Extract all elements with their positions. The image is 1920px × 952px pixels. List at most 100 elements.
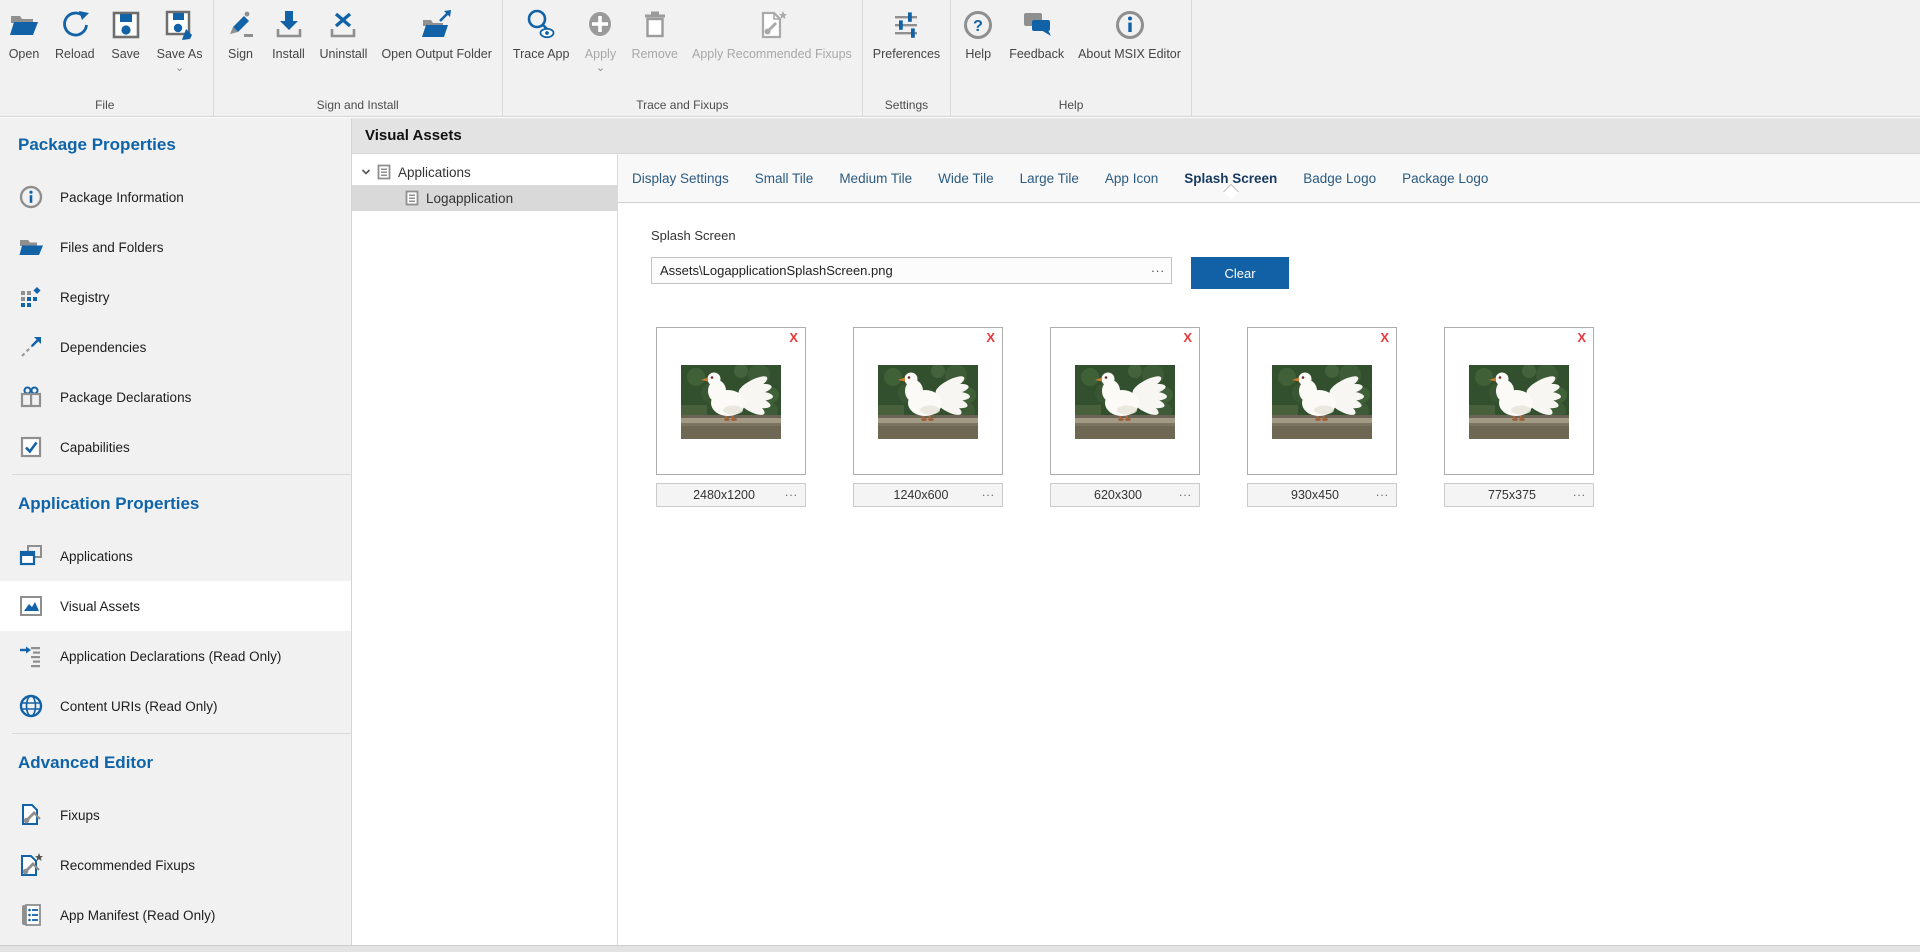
sidebar-item-app-manifest[interactable]: App Manifest (Read Only): [0, 890, 351, 940]
reload-button[interactable]: Reload: [48, 5, 102, 62]
more-options-button[interactable]: ...: [1573, 485, 1586, 499]
page-title: Visual Assets: [352, 118, 1920, 154]
toolbar-group-settings: Preferences Settings: [866, 0, 947, 116]
sidebar-item-package-information[interactable]: Package Information: [0, 172, 351, 222]
about-msix-editor-button[interactable]: About MSIX Editor: [1071, 5, 1188, 62]
more-options-button[interactable]: ...: [982, 485, 995, 499]
preferences-button[interactable]: Preferences: [866, 5, 947, 62]
sidebar-heading-package-properties: Package Properties: [0, 118, 351, 172]
remove-image-button[interactable]: X: [789, 331, 798, 345]
sidebar-item-fixups[interactable]: Fixups: [0, 790, 351, 840]
more-options-button[interactable]: ...: [1179, 485, 1192, 499]
browse-button[interactable]: ...: [1151, 260, 1165, 275]
size-bar[interactable]: 2480x1200 ...: [656, 483, 806, 507]
tab-large-tile[interactable]: Large Tile: [1020, 171, 1079, 186]
remove-image-button[interactable]: X: [986, 331, 995, 345]
dove-splash-image: [1469, 365, 1569, 439]
bottom-scrollbar-track[interactable]: [0, 945, 1920, 952]
sidebar-divider: [12, 733, 351, 734]
remove-image-button[interactable]: X: [1577, 331, 1586, 345]
dove-splash-image: [1272, 365, 1372, 439]
toolbar-item-label: Feedback: [1009, 47, 1064, 62]
tree-item-applications[interactable]: Applications: [352, 159, 617, 185]
tab-wide-tile[interactable]: Wide Tile: [938, 171, 994, 186]
reload-icon: [58, 5, 92, 45]
size-bar[interactable]: 1240x600 ...: [853, 483, 1003, 507]
toolbar-item-label: Trace App: [513, 47, 570, 62]
splash-path-input[interactable]: Assets\LogapplicationSplashScreen.png ..…: [651, 257, 1172, 284]
svg-text:?: ?: [973, 18, 983, 35]
save-icon: [109, 5, 143, 45]
sidebar-item-package-declarations[interactable]: Package Declarations: [0, 372, 351, 422]
toolbar-separator: [213, 0, 214, 116]
applications-tree: Applications Logapplication: [352, 154, 618, 945]
sidebar-heading-advanced-editor: Advanced Editor: [0, 736, 351, 790]
splash-screen-label: Splash Screen: [651, 228, 736, 243]
save-as-button[interactable]: Save As ⌄: [150, 5, 210, 73]
open-output-folder-button[interactable]: Open Output Folder: [374, 5, 498, 62]
more-options-button[interactable]: ...: [1376, 485, 1389, 499]
chevron-down-icon[interactable]: [360, 166, 372, 178]
toolbar-item-label: Reload: [55, 47, 95, 62]
sidebar-item-visual-assets[interactable]: Visual Assets: [0, 581, 351, 631]
folder-icon: [18, 234, 44, 260]
size-bar[interactable]: 930x450 ...: [1247, 483, 1397, 507]
splash-image-preview: X: [656, 327, 806, 475]
sign-button[interactable]: Sign: [217, 5, 265, 62]
splash-tile-930x450: X 930x450 ...: [1247, 327, 1397, 507]
install-button[interactable]: Install: [265, 5, 313, 62]
sidebar-divider: [12, 474, 351, 475]
save-button[interactable]: Save: [102, 5, 150, 62]
open-button[interactable]: Open: [0, 5, 48, 62]
sidebar-item-registry[interactable]: Registry: [0, 272, 351, 322]
toolbar-separator: [502, 0, 503, 116]
manifest-scroll-icon: [18, 902, 44, 928]
sidebar-item-application-declarations[interactable]: Application Declarations (Read Only): [0, 631, 351, 681]
remove-image-button[interactable]: X: [1380, 331, 1389, 345]
dove-splash-image: [1075, 365, 1175, 439]
splash-image-preview: X: [853, 327, 1003, 475]
uninstall-button[interactable]: Uninstall: [313, 5, 375, 62]
sidebar-item-files-and-folders[interactable]: Files and Folders: [0, 222, 351, 272]
toolbar-item-label: Apply: [585, 47, 616, 62]
toolbar-item-label: Open: [9, 47, 40, 62]
windows-icon: [18, 543, 44, 569]
tab-splash-screen[interactable]: Splash Screen: [1184, 171, 1277, 186]
remove-button[interactable]: Remove: [624, 5, 685, 62]
remove-image-button[interactable]: X: [1183, 331, 1192, 345]
info-circle-icon: [18, 184, 44, 210]
navigation-sidebar: Package Properties Package Information F…: [0, 118, 352, 945]
clear-button[interactable]: Clear: [1191, 257, 1289, 289]
more-options-button[interactable]: ...: [785, 485, 798, 499]
recommended-fixups-star-icon: [18, 852, 44, 878]
trace-app-button[interactable]: Trace App: [506, 5, 577, 62]
toolbar-separator: [1191, 0, 1192, 116]
gift-box-icon: [18, 384, 44, 410]
tab-small-tile[interactable]: Small Tile: [755, 171, 814, 186]
size-bar[interactable]: 775x375 ...: [1444, 483, 1594, 507]
tab-medium-tile[interactable]: Medium Tile: [839, 171, 912, 186]
sidebar-item-applications[interactable]: Applications: [0, 531, 351, 581]
uninstall-icon: [326, 5, 360, 45]
feedback-button[interactable]: Feedback: [1002, 5, 1071, 62]
toolbar-group-trace-fixups: Trace App Apply ⌄ Remove: [506, 0, 859, 116]
size-bar[interactable]: 620x300 ...: [1050, 483, 1200, 507]
splash-tile-2480x1200: X 2480x1200 ...: [656, 327, 806, 507]
tab-package-logo[interactable]: Package Logo: [1402, 171, 1488, 186]
apply-button[interactable]: Apply ⌄: [576, 5, 624, 73]
active-tab-notch: [1223, 183, 1239, 199]
tree-item-logapplication[interactable]: Logapplication: [352, 185, 617, 211]
chevron-down-icon[interactable]: ⌄: [175, 63, 184, 73]
sidebar-item-recommended-fixups[interactable]: Recommended Fixups: [0, 840, 351, 890]
toolbar-group-caption: Sign and Install: [217, 96, 499, 116]
sidebar-item-dependencies[interactable]: Dependencies: [0, 322, 351, 372]
apply-recommended-fixups-button[interactable]: Apply Recommended Fixups: [685, 5, 859, 62]
toolbar-item-label: Save As: [157, 47, 203, 62]
tab-app-icon[interactable]: App Icon: [1105, 171, 1158, 186]
help-button[interactable]: ? Help: [954, 5, 1002, 62]
toolbar-group-caption: File: [0, 96, 210, 116]
sidebar-item-content-uris[interactable]: Content URIs (Read Only): [0, 681, 351, 731]
tab-display-settings[interactable]: Display Settings: [632, 171, 729, 186]
tab-badge-logo[interactable]: Badge Logo: [1303, 171, 1376, 186]
sidebar-item-capabilities[interactable]: Capabilities: [0, 422, 351, 472]
